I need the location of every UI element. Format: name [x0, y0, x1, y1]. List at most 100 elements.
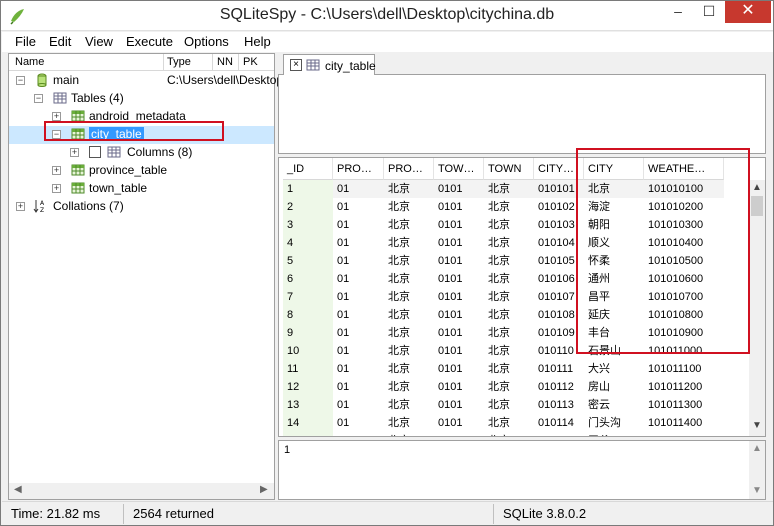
table-cell[interactable]: 101010900 — [644, 324, 724, 342]
menu-edit[interactable]: Edit — [49, 34, 71, 49]
col-header-nn[interactable]: NN — [217, 56, 233, 68]
table-cell[interactable]: 101010600 — [644, 270, 724, 288]
grid-col-header[interactable]: CITY — [584, 158, 644, 180]
table-cell[interactable]: 101010300 — [644, 216, 724, 234]
table-cell[interactable]: 北京 — [384, 180, 434, 198]
table-row[interactable]: 10 01 北京 0101 北京 010110 石景山 101011000 — [279, 342, 749, 360]
table-cell[interactable]: 顺义 — [584, 234, 644, 252]
table-cell[interactable]: 北京 — [484, 360, 534, 378]
table-cell[interactable]: 101010800 — [644, 306, 724, 324]
table-cell[interactable]: 北京 — [384, 288, 434, 306]
table-cell[interactable]: 北京 — [484, 180, 534, 198]
table-cell[interactable]: 密云 — [584, 396, 644, 414]
table-cell[interactable]: 8 — [283, 306, 333, 324]
grid-col-header[interactable]: _ID — [283, 158, 333, 180]
table-cell[interactable]: 北京 — [484, 306, 534, 324]
table-cell[interactable]: 5 — [283, 252, 333, 270]
table-cell[interactable]: 北京 — [384, 306, 434, 324]
table-cell[interactable]: 2 — [283, 198, 333, 216]
schema-tree[interactable]: Name Type NN PK − main C:\Users\dell\Des… — [8, 53, 283, 500]
table-cell[interactable]: 010115 — [534, 432, 584, 436]
table-cell[interactable]: 0101 — [434, 306, 484, 324]
table-cell[interactable]: 北京 — [484, 270, 534, 288]
table-cell[interactable]: 010112 — [534, 378, 584, 396]
maximize-button[interactable]: ☐ — [694, 1, 724, 23]
message-scrollbar[interactable]: ▲ ▼ — [749, 441, 765, 499]
table-row[interactable]: 11 01 北京 0101 北京 010111 大兴 101011100 — [279, 360, 749, 378]
table-cell[interactable]: 010107 — [534, 288, 584, 306]
tree-item-columns[interactable]: + Columns (8) — [9, 144, 274, 162]
table-cell[interactable]: 门头沟 — [584, 414, 644, 432]
tab-city-table[interactable]: × city_table — [283, 54, 376, 76]
table-cell[interactable]: 13 — [283, 396, 333, 414]
table-cell[interactable]: 北京 — [484, 234, 534, 252]
col-header-pk[interactable]: PK — [243, 56, 258, 68]
horizontal-scrollbar[interactable]: ◀ ▶ — [9, 483, 274, 499]
message-area[interactable]: 1 ▲ ▼ — [278, 440, 766, 500]
grid-col-header[interactable]: PRO… — [384, 158, 434, 180]
menu-execute[interactable]: Execute — [126, 34, 173, 49]
table-cell[interactable]: 北京 — [384, 216, 434, 234]
table-cell[interactable]: 北京 — [384, 396, 434, 414]
table-cell[interactable]: 北京 — [484, 288, 534, 306]
table-cell[interactable]: 101010100 — [644, 180, 724, 198]
results-grid[interactable]: _ID PRO… PRO… TOW… TOWN CITY… CITY WEATHE… 1 01 北… — [278, 157, 766, 437]
collapse-icon[interactable]: − — [16, 76, 25, 85]
table-cell[interactable]: 北京 — [384, 378, 434, 396]
scroll-thumb[interactable] — [751, 196, 763, 216]
tab-close-icon[interactable]: × — [290, 59, 302, 71]
minimize-button[interactable]: – — [663, 1, 693, 23]
table-row[interactable]: 3 01 北京 0101 北京 010103 朝阳 101010300 — [279, 216, 749, 234]
table-cell[interactable]: 101010700 — [644, 288, 724, 306]
table-row[interactable]: 12 01 北京 0101 北京 010112 房山 101011200 — [279, 378, 749, 396]
table-cell[interactable]: 1 — [283, 180, 333, 198]
table-cell[interactable]: 01 — [333, 180, 384, 198]
table-cell[interactable]: 北京 — [384, 360, 434, 378]
table-cell[interactable]: 北京 — [384, 414, 434, 432]
vertical-scrollbar[interactable]: ▲ ▼ — [749, 180, 765, 436]
table-row[interactable]: 13 01 北京 0101 北京 010113 密云 101011300 — [279, 396, 749, 414]
menu-view[interactable]: View — [85, 34, 113, 49]
table-cell[interactable]: 01 — [333, 378, 384, 396]
table-cell[interactable]: 0101 — [434, 414, 484, 432]
table-cell[interactable]: 01 — [333, 234, 384, 252]
table-cell[interactable]: 15 — [283, 432, 333, 436]
table-cell[interactable]: 010110 — [534, 342, 584, 360]
table-row[interactable]: 1 01 北京 0101 北京 010101 北京 101010100 — [279, 180, 749, 198]
table-cell[interactable]: 北京 — [484, 198, 534, 216]
tree-item-tables[interactable]: − Tables (4) — [9, 90, 274, 108]
expand-icon[interactable]: + — [52, 166, 61, 175]
table-cell[interactable]: 01 — [333, 342, 384, 360]
table-cell[interactable]: 石景山 — [584, 342, 644, 360]
scroll-up-icon[interactable]: ▲ — [752, 443, 762, 454]
table-cell[interactable]: 北京 — [384, 342, 434, 360]
table-cell[interactable]: 101011300 — [644, 396, 724, 414]
table-cell[interactable]: 010106 — [534, 270, 584, 288]
table-cell[interactable]: 北京 — [484, 252, 534, 270]
tree-item-province-table[interactable]: + province_table — [9, 162, 274, 180]
table-cell[interactable]: 北京 — [584, 180, 644, 198]
table-cell[interactable]: 怀柔 — [584, 252, 644, 270]
tree-item-collations[interactable]: + AZ Collations (7) — [9, 198, 274, 216]
collapse-icon[interactable]: − — [34, 94, 43, 103]
table-cell[interactable]: 101011500 — [644, 432, 724, 436]
scroll-down-icon[interactable]: ▼ — [752, 485, 762, 496]
grid-col-header[interactable]: PRO… — [333, 158, 384, 180]
scroll-left-icon[interactable]: ◀ — [14, 484, 22, 495]
table-cell[interactable]: 0101 — [434, 198, 484, 216]
close-button[interactable]: ✕ — [725, 1, 771, 23]
table-cell[interactable]: 11 — [283, 360, 333, 378]
table-cell[interactable]: 北京 — [484, 324, 534, 342]
table-cell[interactable]: 房山 — [584, 378, 644, 396]
scroll-right-icon[interactable]: ▶ — [260, 484, 268, 495]
table-row[interactable]: 14 01 北京 0101 北京 010114 门头沟 101011400 — [279, 414, 749, 432]
table-cell[interactable]: 01 — [333, 306, 384, 324]
table-cell[interactable]: 北京 — [384, 252, 434, 270]
table-cell[interactable]: 0101 — [434, 378, 484, 396]
columns-checkbox[interactable] — [89, 146, 101, 158]
table-cell[interactable]: 北京 — [484, 414, 534, 432]
table-cell[interactable]: 01 — [333, 252, 384, 270]
table-cell[interactable]: 14 — [283, 414, 333, 432]
tree-item-city-table[interactable]: − city_table — [9, 126, 274, 144]
expand-icon[interactable]: + — [52, 184, 61, 193]
